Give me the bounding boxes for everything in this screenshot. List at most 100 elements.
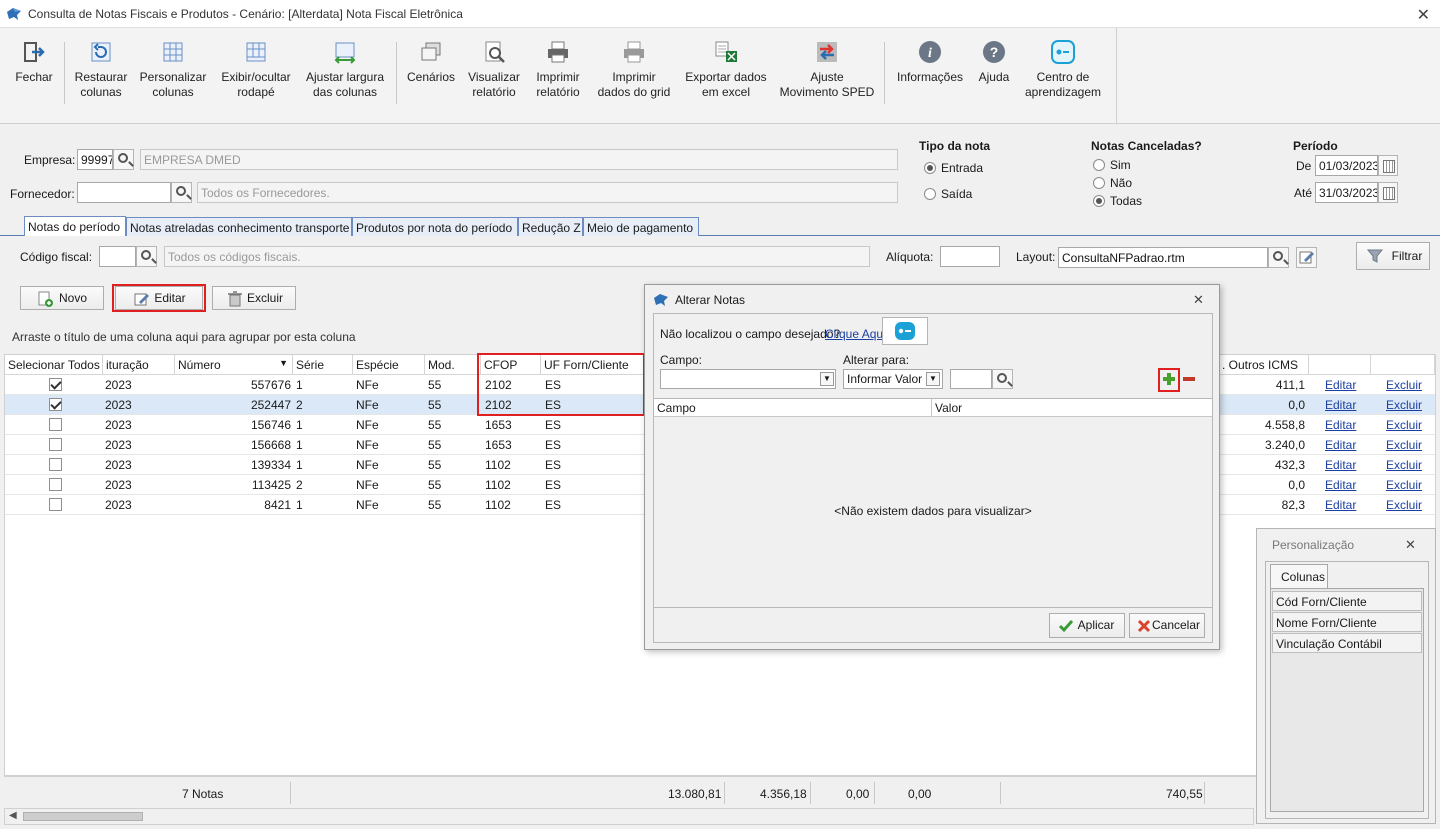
toolbar-imprimir-relatorio-button[interactable]: Imprimir relatório	[530, 36, 586, 100]
tab-meio-pagamento[interactable]: Meio de pagamento	[583, 217, 699, 237]
scroll-left-icon[interactable]: ◀	[9, 810, 17, 821]
toolbar-informacoes-button[interactable]: i Informações	[892, 36, 968, 85]
tab-notas-atreladas[interactable]: Notas atreladas conhecimento transporte	[126, 217, 352, 237]
calendar-icon[interactable]	[1378, 155, 1398, 176]
aliquota-input[interactable]	[940, 246, 1000, 267]
toolbar-exibir-rodape-button[interactable]: Exibir/ocultar rodapé	[216, 36, 296, 100]
window-close-button[interactable]: ✕	[1417, 5, 1430, 25]
codigo-fiscal-input[interactable]	[99, 246, 136, 267]
row-excluir-link[interactable]: Excluir	[1386, 478, 1422, 492]
dialog-close-button[interactable]: ✕	[1193, 292, 1204, 308]
toolbar-exportar-excel-button[interactable]: Exportar dados em excel	[682, 36, 770, 100]
chevron-down-icon[interactable]: ▼	[926, 372, 940, 386]
header-selecionar-todos[interactable]: Selecionar Todos	[5, 355, 103, 375]
row-excluir-link[interactable]: Excluir	[1386, 438, 1422, 452]
row-select-checkbox[interactable]	[49, 498, 62, 511]
column-item[interactable]: Nome Forn/Cliente	[1272, 612, 1422, 632]
click-here-link[interactable]: Clique Aqui	[825, 327, 886, 341]
header-outros-icms[interactable]: . Outros ICMS	[1219, 355, 1309, 375]
toolbar-cenarios-button[interactable]: Cenários	[402, 36, 460, 85]
canceladas-nao-radio[interactable]	[1093, 177, 1105, 189]
header-uf[interactable]: UF Forn/Cliente	[541, 355, 645, 375]
tipo-entrada-radio[interactable]	[924, 162, 936, 174]
excel-export-icon	[714, 40, 738, 64]
row-editar-link[interactable]: Editar	[1325, 458, 1356, 472]
row-editar-link[interactable]: Editar	[1325, 398, 1356, 412]
scroll-thumb[interactable]	[23, 812, 143, 821]
learning-center-button[interactable]	[882, 317, 928, 345]
cell-especie: NFe	[356, 478, 379, 492]
layout-input[interactable]: ConsultaNFPadrao.rtm	[1058, 247, 1268, 268]
novo-button[interactable]: Novo	[20, 286, 104, 310]
toolbar-ajustar-largura-button[interactable]: Ajustar largura das colunas	[302, 36, 388, 100]
column-item[interactable]: Vinculação Contábil	[1272, 633, 1422, 653]
header-numero[interactable]: Número ▼	[175, 355, 293, 375]
toolbar-ajuda-button[interactable]: ? Ajuda	[974, 36, 1014, 85]
row-editar-link[interactable]: Editar	[1325, 498, 1356, 512]
row-editar-link[interactable]: Editar	[1325, 418, 1356, 432]
toolbar-restaurar-colunas-button[interactable]: Restaurar colunas	[68, 36, 134, 100]
tab-reducao-z[interactable]: Redução Z	[518, 217, 583, 237]
row-select-checkbox[interactable]	[49, 398, 62, 411]
toolbar-centro-aprendizagem-button[interactable]: Centro de aprendizagem	[1022, 36, 1104, 100]
toolbar-visualizar-relatorio-button[interactable]: Visualizar relatório	[464, 36, 524, 100]
toolbar-imprimir-grid-button[interactable]: Imprimir dados do grid	[592, 36, 676, 100]
empresa-search-button[interactable]	[113, 149, 134, 170]
filtrar-button[interactable]: Filtrar	[1356, 242, 1430, 270]
cancelar-button[interactable]: Cancelar	[1129, 613, 1205, 638]
remove-field-button[interactable]	[1180, 370, 1198, 388]
canceladas-sim-radio[interactable]	[1093, 159, 1105, 171]
personalizacao-close-button[interactable]: ✕	[1405, 537, 1416, 553]
excluir-button[interactable]: Excluir	[212, 286, 296, 310]
row-excluir-link[interactable]: Excluir	[1386, 378, 1422, 392]
header-escrituracao[interactable]: ituração	[103, 355, 175, 375]
chevron-down-icon[interactable]: ▼	[820, 372, 834, 386]
row-excluir-link[interactable]: Excluir	[1386, 398, 1422, 412]
row-select-checkbox[interactable]	[49, 438, 62, 451]
header-especie[interactable]: Espécie	[353, 355, 425, 375]
periodo-ate-input[interactable]: 31/03/2023	[1315, 182, 1378, 203]
fornecedor-code-input[interactable]	[77, 182, 171, 203]
aplicar-button[interactable]: Aplicar	[1049, 613, 1125, 638]
editar-button[interactable]: Editar	[115, 286, 203, 310]
tab-produtos-nota[interactable]: Produtos por nota do período	[352, 217, 518, 237]
header-mod[interactable]: Mod.	[425, 355, 481, 375]
svg-text:i: i	[928, 46, 932, 61]
row-select-checkbox[interactable]	[49, 418, 62, 431]
horizontal-scrollbar[interactable]: ◀	[4, 808, 1254, 825]
row-select-checkbox[interactable]	[49, 458, 62, 471]
canceladas-todas-radio[interactable]	[1093, 195, 1105, 207]
row-select-checkbox[interactable]	[49, 478, 62, 491]
empresa-code-input[interactable]: 99997	[77, 149, 113, 170]
tipo-saida-radio[interactable]	[924, 188, 936, 200]
toolbar-fechar-button[interactable]: Fechar	[12, 36, 56, 85]
valor-search-button[interactable]	[992, 369, 1013, 389]
row-excluir-link[interactable]: Excluir	[1386, 498, 1422, 512]
layout-edit-button[interactable]	[1296, 247, 1317, 268]
header-cfop[interactable]: CFOP	[481, 355, 541, 375]
row-excluir-link[interactable]: Excluir	[1386, 418, 1422, 432]
cell-uf: ES	[545, 478, 562, 492]
row-editar-link[interactable]: Editar	[1325, 438, 1356, 452]
cell-numero: 113425	[251, 478, 291, 492]
tab-notas-periodo[interactable]: Notas do período	[24, 216, 126, 237]
row-select-checkbox[interactable]	[49, 378, 62, 391]
codigo-fiscal-search-button[interactable]	[136, 246, 157, 267]
cell-mod: 55	[428, 478, 442, 492]
tab-colunas[interactable]: Colunas	[1270, 564, 1328, 588]
toolbar-personalizar-colunas-button[interactable]: Personalizar colunas	[138, 36, 208, 100]
fornecedor-search-button[interactable]	[171, 182, 192, 203]
row-excluir-link[interactable]: Excluir	[1386, 458, 1422, 472]
footer-count: 7 Notas	[182, 787, 224, 801]
valor-input[interactable]	[950, 369, 992, 389]
campo-select[interactable]	[660, 369, 836, 389]
periodo-de-input[interactable]: 01/03/2023	[1315, 155, 1378, 176]
row-editar-link[interactable]: Editar	[1325, 478, 1356, 492]
row-editar-link[interactable]: Editar	[1325, 378, 1356, 392]
column-item[interactable]: Cód Forn/Cliente	[1272, 591, 1422, 611]
layout-search-button[interactable]	[1268, 247, 1289, 268]
header-serie[interactable]: Série	[293, 355, 353, 375]
add-field-button[interactable]	[1160, 370, 1178, 388]
calendar-icon[interactable]	[1378, 182, 1398, 203]
toolbar-ajuste-sped-button[interactable]: Ajuste Movimento SPED	[776, 36, 878, 100]
